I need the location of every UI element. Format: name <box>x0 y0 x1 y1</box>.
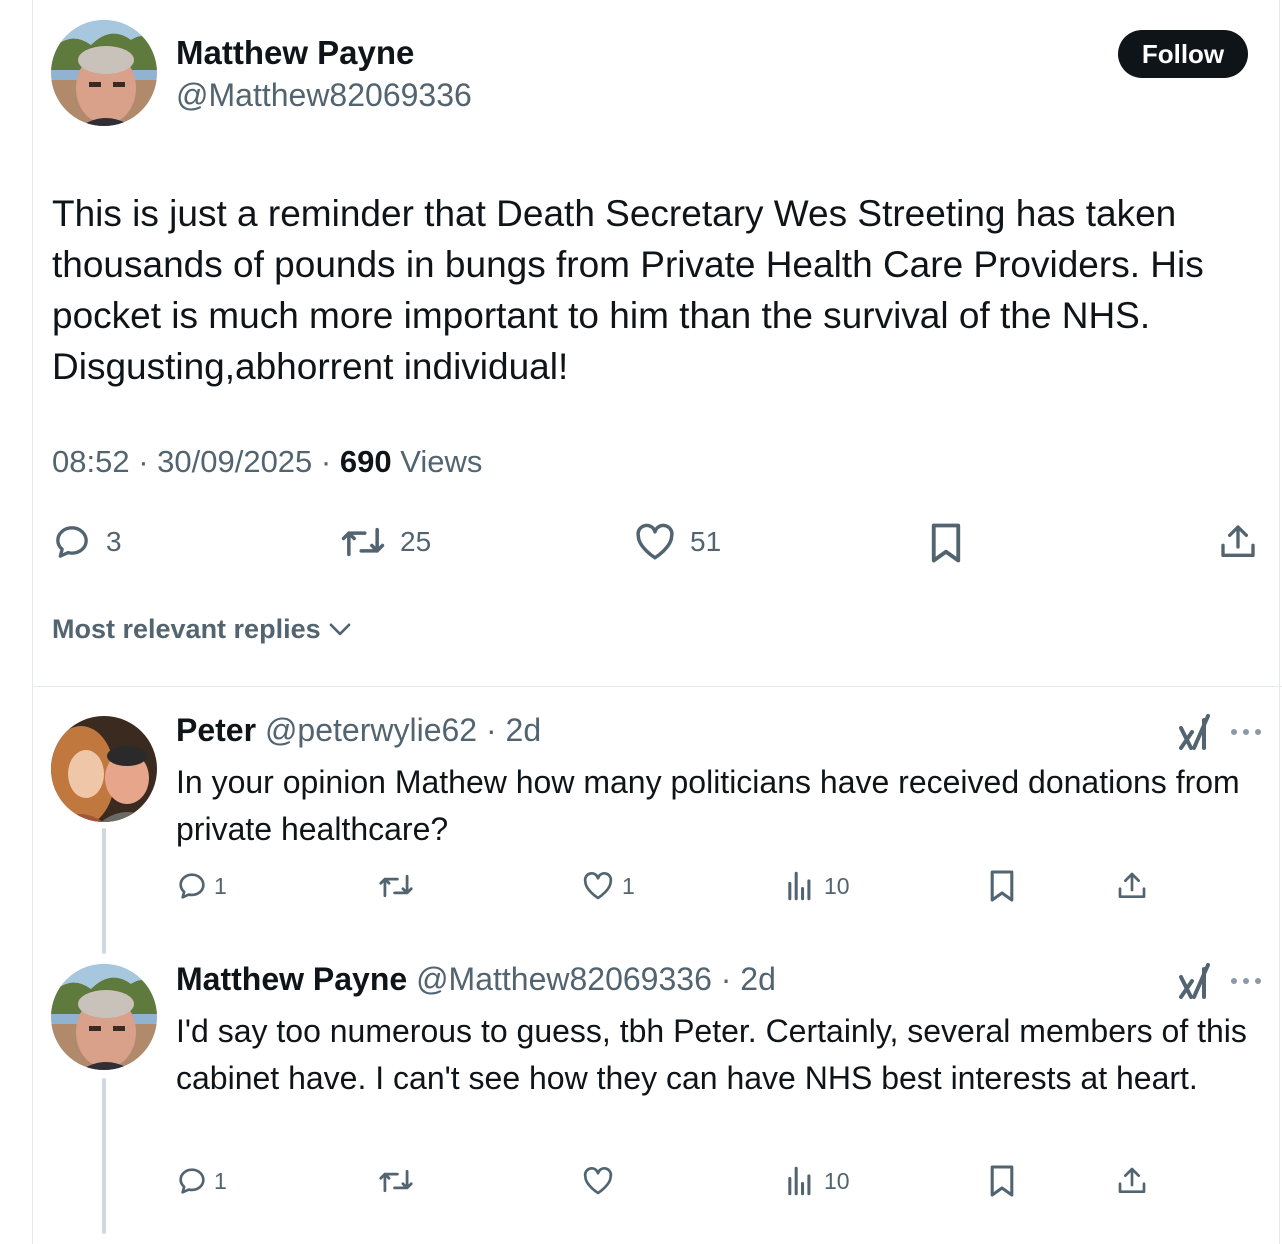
post-time[interactable]: 08:52 <box>52 444 130 479</box>
reply-repost-button[interactable] <box>378 870 414 902</box>
right-border <box>1279 0 1280 1244</box>
repost-count: 25 <box>400 526 432 557</box>
reply-reply-button[interactable]: 1 <box>176 870 227 902</box>
post-meta: 08:52 · 30/09/2025 · 690 Views <box>52 444 482 480</box>
views-label: Views <box>400 444 483 479</box>
reply-count: 3 <box>106 526 122 557</box>
like-button[interactable]: 51 <box>634 522 721 562</box>
share-icon <box>1221 525 1255 557</box>
views-icon <box>788 871 811 901</box>
reply-reply-button[interactable]: 1 <box>176 1165 227 1197</box>
replies-sort-toggle[interactable]: Most relevant replies <box>52 614 353 645</box>
author-handle[interactable]: @Matthew82069336 <box>176 77 472 114</box>
reply-icon <box>56 526 88 558</box>
reply-separator: · <box>477 712 506 748</box>
bookmark-icon <box>931 523 961 563</box>
reply-author-handle[interactable]: @peterwylie62 <box>265 712 477 748</box>
views-count: 690 <box>339 444 392 479</box>
meta-separator: · <box>320 444 340 479</box>
views-icon <box>788 1166 811 1196</box>
chevron-down-icon <box>329 623 351 635</box>
reply-separator: · <box>711 961 741 997</box>
like-icon <box>583 1167 613 1195</box>
share-button[interactable] <box>1218 522 1258 562</box>
reply-text: I'd say too numerous to guess, tbh Peter… <box>176 1013 1247 1096</box>
bookmark-icon <box>990 1165 1014 1197</box>
reply-button[interactable]: 3 <box>52 522 122 562</box>
reply-age[interactable]: 2d <box>740 961 776 997</box>
reply-views-button[interactable]: 10 <box>786 1165 850 1197</box>
reply-like-count: 1 <box>622 872 635 899</box>
reply-icon <box>179 873 205 899</box>
reply-reply-count: 1 <box>214 872 227 899</box>
reply-icon <box>179 1168 205 1194</box>
reply-header: Matthew Payne @Matthew82069336 · 2d <box>176 961 776 998</box>
follow-button[interactable]: Follow <box>1118 30 1248 78</box>
reply-author-name[interactable]: Matthew Payne <box>176 961 407 997</box>
reply-bookmark-button[interactable] <box>988 869 1016 903</box>
more-icon[interactable] <box>1230 977 1262 985</box>
reply-repost-button[interactable] <box>378 1165 414 1197</box>
repost-icon <box>341 527 385 557</box>
reply-like-button[interactable]: 1 <box>582 870 635 902</box>
meta-separator: · <box>138 444 158 479</box>
more-icon[interactable] <box>1230 728 1262 736</box>
share-icon <box>1118 1167 1146 1193</box>
reply-views-count: 10 <box>824 872 850 899</box>
grok-icon[interactable] <box>1178 963 1212 999</box>
like-count: 51 <box>690 526 722 557</box>
reply-author-handle[interactable]: @Matthew82069336 <box>416 961 712 997</box>
bookmark-icon <box>990 870 1014 902</box>
thread-line <box>102 1078 106 1234</box>
reply-header: Peter @peterwylie62 · 2d <box>176 712 541 749</box>
reply-share-button[interactable] <box>1116 1165 1148 1197</box>
reply-avatar[interactable] <box>51 964 157 1070</box>
reply-avatar[interactable] <box>51 716 157 822</box>
replies-sort-label: Most relevant replies <box>52 614 321 644</box>
bookmark-button[interactable] <box>928 522 964 564</box>
reply-views-button[interactable]: 10 <box>786 870 850 902</box>
replies-divider <box>33 686 1282 687</box>
thread-line <box>102 828 106 954</box>
repost-icon <box>379 874 413 898</box>
like-icon <box>583 872 613 900</box>
repost-button[interactable]: 25 <box>340 522 431 562</box>
reply-bookmark-button[interactable] <box>988 1164 1016 1198</box>
repost-icon <box>379 1169 413 1193</box>
author-avatar[interactable] <box>51 20 157 126</box>
share-icon <box>1118 872 1146 898</box>
post-date[interactable]: 30/09/2025 <box>157 444 312 479</box>
like-icon <box>636 523 674 560</box>
reply-author-name[interactable]: Peter <box>176 712 256 748</box>
author-name[interactable]: Matthew Payne <box>176 34 414 72</box>
reply-like-button[interactable] <box>582 1165 614 1197</box>
grok-icon[interactable] <box>1178 714 1212 750</box>
reply-share-button[interactable] <box>1116 870 1148 902</box>
reply-reply-count: 1 <box>214 1167 227 1194</box>
reply-age[interactable]: 2d <box>506 712 542 748</box>
reply-text: In your opinion Mathew how many politici… <box>176 764 1240 847</box>
post-text: This is just a reminder that Death Secre… <box>52 193 1204 387</box>
reply-views-count: 10 <box>824 1167 850 1194</box>
